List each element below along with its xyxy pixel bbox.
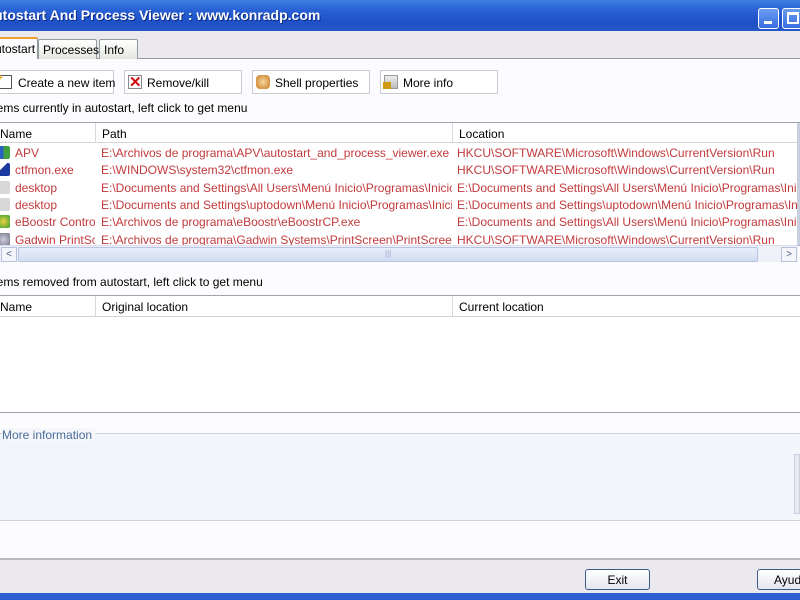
divider bbox=[0, 558, 800, 560]
column-header-name[interactable]: Name bbox=[0, 296, 95, 316]
eboostr-icon bbox=[0, 215, 10, 229]
cell-name: eBoostr Control Panel bbox=[15, 215, 95, 230]
cell-location: E:\Documents and Settings\All Users\Menú… bbox=[457, 180, 800, 195]
list-header: Name Original location Current location bbox=[0, 296, 800, 317]
create-item-button[interactable]: + Create a new item bbox=[0, 70, 116, 94]
cell-name: APV bbox=[15, 146, 40, 160]
tab-info[interactable]: Info bbox=[99, 39, 138, 59]
table-row[interactable]: Gadwin PrintScreen E:\Archivos de progra… bbox=[0, 231, 800, 246]
button-label: Ayuda bbox=[774, 573, 800, 587]
window-title: Autostart And Process Viewer : www.konra… bbox=[0, 7, 321, 23]
table-row[interactable]: desktop E:\Documents and Settings\All Us… bbox=[0, 179, 800, 196]
window-bottom-border bbox=[0, 593, 800, 600]
horizontal-scrollbar[interactable]: < ||| > bbox=[0, 245, 798, 262]
red-x-icon: ✕ bbox=[128, 74, 142, 91]
cell-location: E:\Documents and Settings\All Users\Menú… bbox=[457, 215, 800, 230]
printscreen-icon bbox=[0, 232, 10, 245]
info-scrollbar[interactable] bbox=[794, 454, 800, 514]
apv-icon bbox=[0, 146, 10, 159]
cell-location: HKCU\SOFTWARE\Microsoft\Windows\CurrentV… bbox=[457, 146, 775, 160]
remove-kill-button[interactable]: ✕ Remove/kill bbox=[124, 70, 242, 94]
button-label: Create a new item bbox=[18, 76, 116, 90]
ini-file-icon bbox=[0, 197, 10, 211]
autostart-list[interactable]: Name Path Location APV E:\Archivos de pr… bbox=[0, 122, 800, 246]
title-bar: Autostart And Process Viewer : www.konra… bbox=[0, 0, 800, 31]
tab-autostart[interactable]: Autostart bbox=[0, 37, 38, 59]
cell-location: HKCU\SOFTWARE\Microsoft\Windows\CurrentV… bbox=[457, 163, 775, 178]
shell-icon bbox=[256, 75, 270, 89]
cell-path: E:\Archivos de programa\eBoostr\eBoostrC… bbox=[101, 215, 361, 230]
column-header-current-location[interactable]: Current location bbox=[452, 296, 800, 316]
cell-location: E:\Documents and Settings\uptodown\Menú … bbox=[457, 197, 800, 212]
more-information-label: More information bbox=[2, 428, 96, 442]
scrollbar-thumb[interactable]: ||| bbox=[18, 247, 758, 262]
table-row[interactable]: desktop E:\Documents and Settings\uptodo… bbox=[0, 196, 800, 213]
cell-path: E:\Archivos de programa\Gadwin Systems\P… bbox=[101, 232, 452, 246]
button-label: More info bbox=[403, 76, 454, 90]
shell-properties-button[interactable]: Shell properties bbox=[252, 70, 370, 94]
scroll-right-button[interactable]: > bbox=[781, 247, 797, 262]
new-item-icon: + bbox=[0, 73, 12, 89]
tab-label: Autostart bbox=[0, 42, 36, 56]
maximize-button[interactable] bbox=[782, 8, 800, 29]
tab-processes[interactable]: Processes bbox=[38, 39, 100, 59]
tab-label: Info bbox=[104, 43, 125, 57]
removed-list-label: Items removed from autostart, left click… bbox=[0, 275, 263, 289]
column-header-location[interactable]: Location bbox=[452, 123, 800, 143]
autostart-list-label: Items currently in autostart, left click… bbox=[0, 101, 248, 115]
cell-name: ctfmon.exe bbox=[15, 163, 74, 178]
ctfmon-icon bbox=[0, 163, 10, 177]
table-row[interactable]: eBoostr Control Panel E:\Archivos de pro… bbox=[0, 213, 800, 230]
help-button[interactable]: Ayuda bbox=[757, 569, 800, 590]
more-information-group bbox=[0, 433, 800, 521]
ini-file-icon bbox=[0, 180, 10, 194]
scroll-left-button[interactable]: < bbox=[1, 247, 17, 262]
button-label: Shell properties bbox=[275, 76, 359, 90]
button-label: Exit bbox=[607, 573, 628, 587]
column-header-name[interactable]: Name bbox=[0, 123, 95, 143]
exit-button[interactable]: Exit bbox=[585, 569, 650, 590]
cell-path: E:\Documents and Settings\uptodown\Menú … bbox=[101, 197, 452, 212]
info-document-icon bbox=[383, 75, 398, 89]
cell-name: desktop bbox=[15, 180, 58, 195]
cell-path: E:\WINDOWS\system32\ctfmon.exe bbox=[101, 163, 294, 178]
column-header-path[interactable]: Path bbox=[95, 123, 452, 143]
button-label: Remove/kill bbox=[147, 76, 210, 90]
more-info-button[interactable]: More info bbox=[380, 70, 498, 94]
cell-path: E:\Archivos de programa\APV\autostart_an… bbox=[101, 146, 450, 160]
column-header-original-location[interactable]: Original location bbox=[95, 296, 452, 316]
cell-location: HKCU\SOFTWARE\Microsoft\Windows\CurrentV… bbox=[457, 232, 775, 246]
table-row[interactable]: APV E:\Archivos de programa\APV\autostar… bbox=[0, 144, 800, 161]
minimize-button[interactable] bbox=[758, 8, 779, 29]
tab-label: Processes bbox=[43, 43, 100, 57]
cell-name: Gadwin PrintScreen bbox=[15, 232, 95, 246]
removed-list[interactable]: Name Original location Current location bbox=[0, 295, 800, 413]
table-row[interactable]: ctfmon.exe E:\WINDOWS\system32\ctfmon.ex… bbox=[0, 161, 800, 178]
cell-name: desktop bbox=[15, 197, 58, 212]
list-header: Name Path Location bbox=[0, 123, 800, 143]
cell-path: E:\Documents and Settings\All Users\Menú… bbox=[101, 180, 452, 195]
